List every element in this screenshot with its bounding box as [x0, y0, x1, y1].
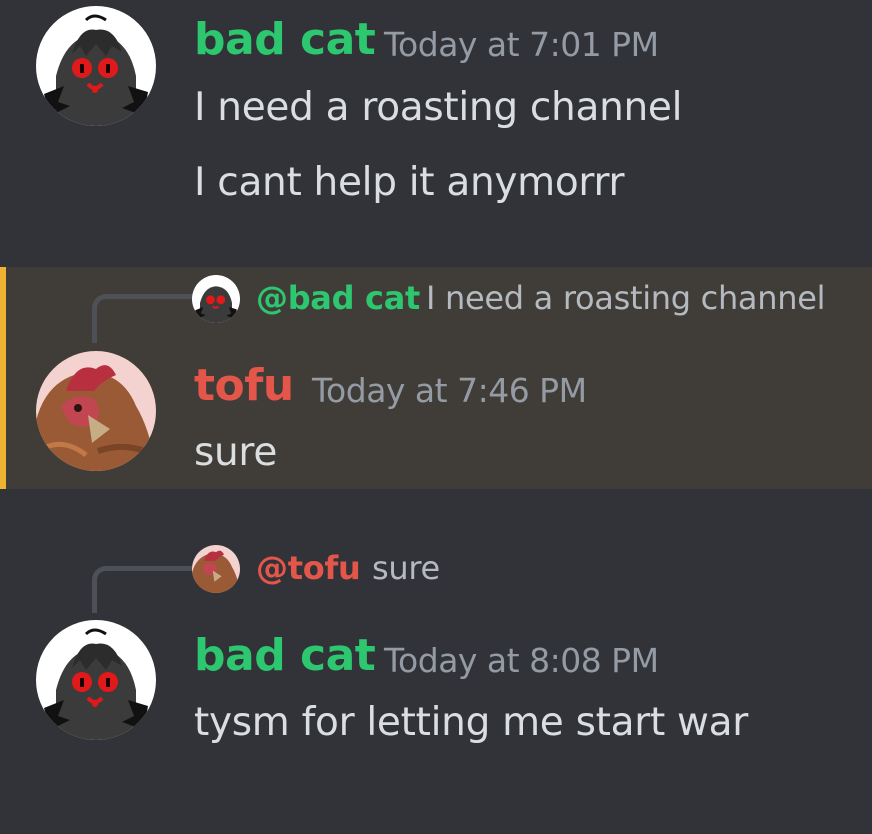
author-name[interactable]: bad cat — [194, 630, 376, 681]
reply-mention[interactable]: @tofu — [256, 549, 361, 587]
message-text: I need a roasting channel — [194, 85, 683, 130]
reply-mention[interactable]: @bad cat — [256, 279, 420, 317]
reply-spine — [92, 566, 193, 613]
message-text: sure — [194, 430, 278, 475]
message-group: @tofu sure bad cat Today at 8:08 PM tysm… — [0, 530, 872, 790]
chicken-avatar-icon — [36, 351, 156, 471]
bad-cat-avatar-icon — [36, 620, 156, 740]
author-name[interactable]: bad cat — [194, 14, 376, 65]
reply-avatar[interactable] — [192, 545, 240, 593]
message-timestamp: Today at 7:01 PM — [384, 25, 659, 64]
message-timestamp: Today at 8:08 PM — [384, 641, 659, 680]
message-text: tysm for letting me start war — [194, 700, 748, 745]
reply-spine — [92, 294, 193, 343]
reply-avatar[interactable] — [192, 275, 240, 323]
author-name[interactable]: tofu — [194, 360, 294, 411]
reply-preview-text[interactable]: I need a roasting channel — [426, 279, 825, 317]
chicken-avatar-icon — [192, 545, 240, 593]
bad-cat-avatar-icon — [36, 6, 156, 126]
chat-view: { "colors": { "background": "#313338", "… — [0, 0, 872, 834]
message-text: I cant help it anymorrr — [194, 160, 625, 205]
message-group-highlighted: @bad cat I need a roasting channel tofu … — [0, 267, 872, 489]
message-group: bad cat Today at 7:01 PM I need a roasti… — [0, 0, 872, 250]
user-avatar-tofu[interactable] — [36, 351, 156, 471]
message-timestamp: Today at 7:46 PM — [312, 371, 587, 410]
bad-cat-avatar-icon — [192, 275, 240, 323]
user-avatar-bad-cat[interactable] — [36, 620, 156, 740]
user-avatar-bad-cat[interactable] — [36, 6, 156, 126]
reply-preview-text[interactable]: sure — [372, 549, 440, 587]
